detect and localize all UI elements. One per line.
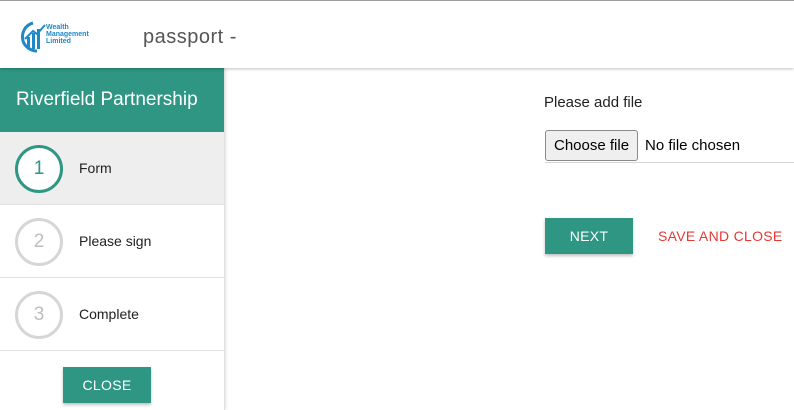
step-number-circle: 2 xyxy=(15,218,63,266)
top-app-bar: Wealth Management Limited passport - xyxy=(0,0,794,68)
step-complete[interactable]: 3 Complete xyxy=(0,278,224,351)
step-label: Please sign xyxy=(79,233,152,249)
file-upload-label: Please add file xyxy=(544,94,643,111)
step-number-circle: 3 xyxy=(15,291,63,339)
form-panel: Please add file Choose file No file chos… xyxy=(226,68,794,410)
choose-file-button[interactable]: Choose file xyxy=(545,130,639,161)
sidebar-title: Riverfield Partnership xyxy=(0,68,224,132)
logo-line-2: Management xyxy=(46,31,89,38)
page-title: passport - xyxy=(143,26,237,48)
step-please-sign[interactable]: 2 Please sign xyxy=(0,205,224,278)
logo-text: Wealth Management Limited xyxy=(46,24,116,45)
step-number-circle: 1 xyxy=(15,145,63,193)
logo-line-1: Wealth xyxy=(46,24,69,31)
company-logo[interactable]: Wealth Management Limited xyxy=(19,21,111,53)
step-label: Complete xyxy=(79,306,139,322)
steps-sidebar: Riverfield Partnership 1 Form 2 Please s… xyxy=(0,68,225,410)
logo-line-3: Limited xyxy=(46,38,71,45)
next-button[interactable]: NEXT xyxy=(545,218,633,254)
file-status-text: No file chosen xyxy=(645,137,741,154)
step-form[interactable]: 1 Form xyxy=(0,132,224,205)
file-input[interactable]: Choose file No file chosen xyxy=(545,130,794,163)
step-label: Form xyxy=(79,160,112,176)
save-and-close-button[interactable]: SAVE AND CLOSE xyxy=(651,218,790,254)
logo-chart-icon xyxy=(21,21,46,53)
close-button[interactable]: CLOSE xyxy=(63,367,151,403)
